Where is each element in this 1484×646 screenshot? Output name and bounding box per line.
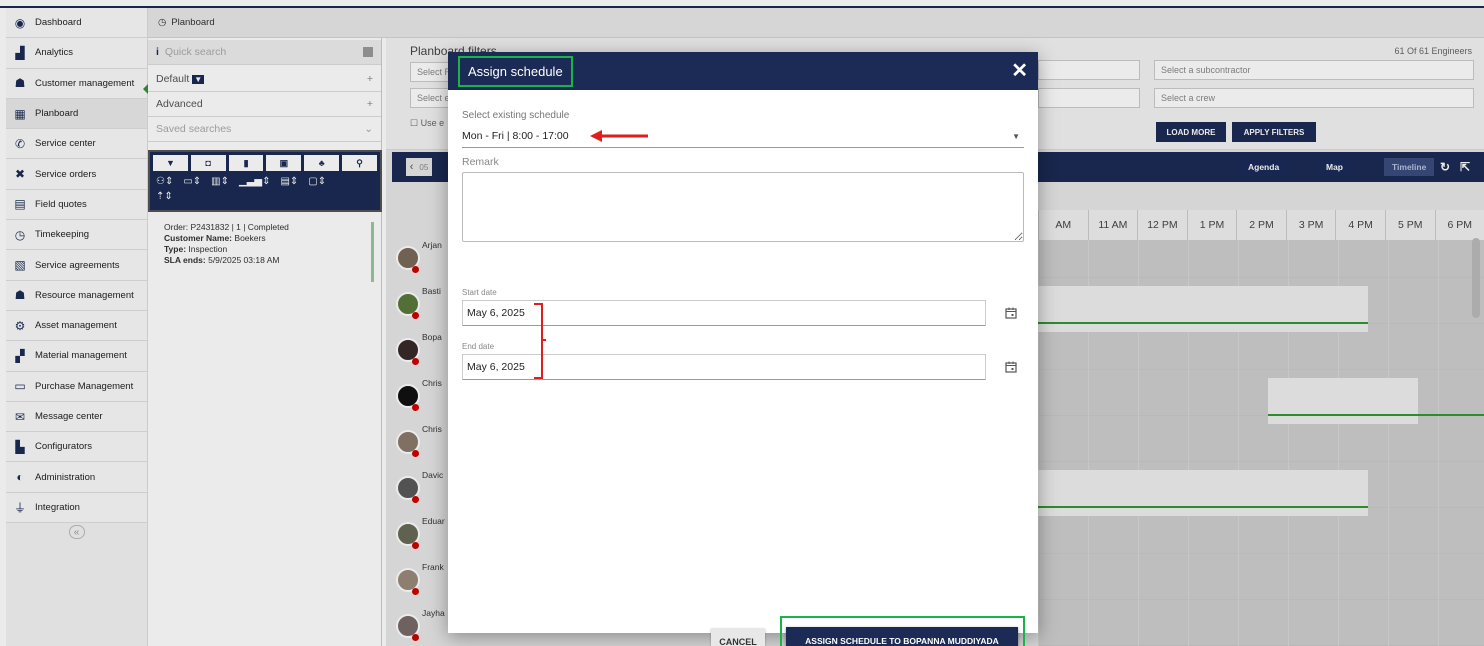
annotation-bracket-icon — [534, 303, 546, 379]
app-window: ◉ Dashboard ▟ Analytics ☗ Customer manageme… — [0, 0, 1484, 646]
schedule-select-label: Select existing schedule — [462, 110, 570, 121]
schedule-select[interactable]: Mon - Fri | 8:00 - 17:00 ▼ — [462, 130, 1024, 148]
assign-schedule-dialog: Assign schedule ✕ Select existing schedu… — [448, 52, 1038, 646]
dialog-header: Assign schedule ✕ — [448, 52, 1038, 90]
schedule-select-value: Mon - Fri | 8:00 - 17:00 — [462, 130, 569, 142]
assign-button-highlight: ASSIGN SCHEDULE TO BOPANNA MUDDIYADA — [780, 616, 1025, 646]
assign-schedule-button[interactable]: ASSIGN SCHEDULE TO BOPANNA MUDDIYADA — [786, 627, 1018, 646]
remark-field[interactable] — [462, 172, 1024, 242]
start-date-label: Start date — [462, 288, 497, 297]
cancel-button[interactable]: CANCEL — [711, 628, 765, 646]
annotation-arrow-icon — [590, 130, 648, 142]
calendar-icon[interactable] — [1004, 360, 1018, 374]
end-date-label: End date — [462, 342, 495, 351]
remark-label: Remark — [462, 156, 499, 168]
calendar-icon[interactable] — [1004, 306, 1018, 320]
close-icon[interactable]: ✕ — [1011, 61, 1028, 81]
dialog-title: Assign schedule — [458, 55, 573, 87]
caret-down-icon: ▼ — [1012, 132, 1020, 141]
